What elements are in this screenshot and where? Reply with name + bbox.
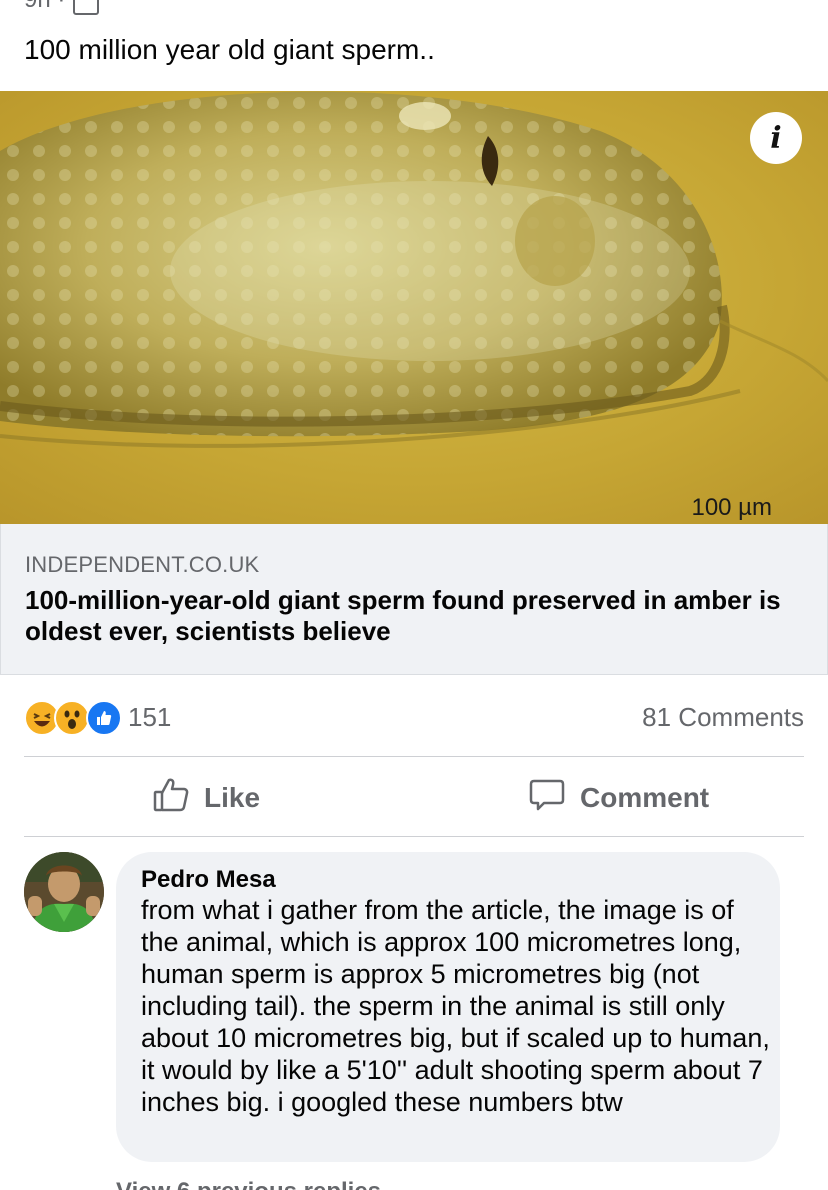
- comment-button[interactable]: Comment: [528, 770, 709, 826]
- link-preview-card[interactable]: INDEPENDENT.CO.UK 100-million-year-old g…: [0, 524, 828, 675]
- post-meta: 9h ·: [24, 0, 100, 15]
- comment-text: from what i gather from the article, the…: [141, 895, 770, 1117]
- amber-fossil-image: [0, 91, 828, 524]
- like-button[interactable]: Like: [152, 770, 260, 826]
- wow-reaction-icon: [54, 700, 90, 736]
- view-previous-replies-link[interactable]: View 6 previous replies: [116, 1178, 381, 1190]
- comments-count[interactable]: 81 Comments: [642, 702, 804, 733]
- link-domain: INDEPENDENT.CO.UK: [25, 552, 260, 577]
- post-time: 9h ·: [24, 0, 65, 14]
- comment-author[interactable]: Pedro Mesa: [141, 866, 276, 894]
- friends-audience-icon[interactable]: [73, 0, 100, 15]
- reaction-icons[interactable]: [24, 700, 124, 736]
- like-reaction-icon: [86, 700, 122, 736]
- thumbs-up-icon: [152, 776, 190, 821]
- divider: [24, 756, 804, 757]
- facebook-post: 9h · 100 million year old giant sperm..: [0, 0, 828, 1190]
- scale-bar-label: 100 µm: [691, 494, 772, 521]
- like-label: Like: [204, 782, 261, 813]
- comment-label: Comment: [580, 782, 710, 813]
- link-preview-image[interactable]: i 100 µm: [0, 91, 828, 524]
- comment-icon: [528, 776, 566, 821]
- avatar[interactable]: [24, 852, 104, 932]
- reactions-bar: 151 81 Comments: [24, 698, 804, 738]
- link-title[interactable]: 100-million-year-old giant sperm found p…: [25, 585, 785, 647]
- comment-bubble[interactable]: Pedro Mesa from what i gather from the a…: [116, 852, 780, 1162]
- post-text: 100 million year old giant sperm..: [24, 34, 435, 65]
- divider: [24, 836, 804, 837]
- reaction-count[interactable]: 151: [128, 702, 171, 733]
- info-icon[interactable]: i: [750, 112, 802, 164]
